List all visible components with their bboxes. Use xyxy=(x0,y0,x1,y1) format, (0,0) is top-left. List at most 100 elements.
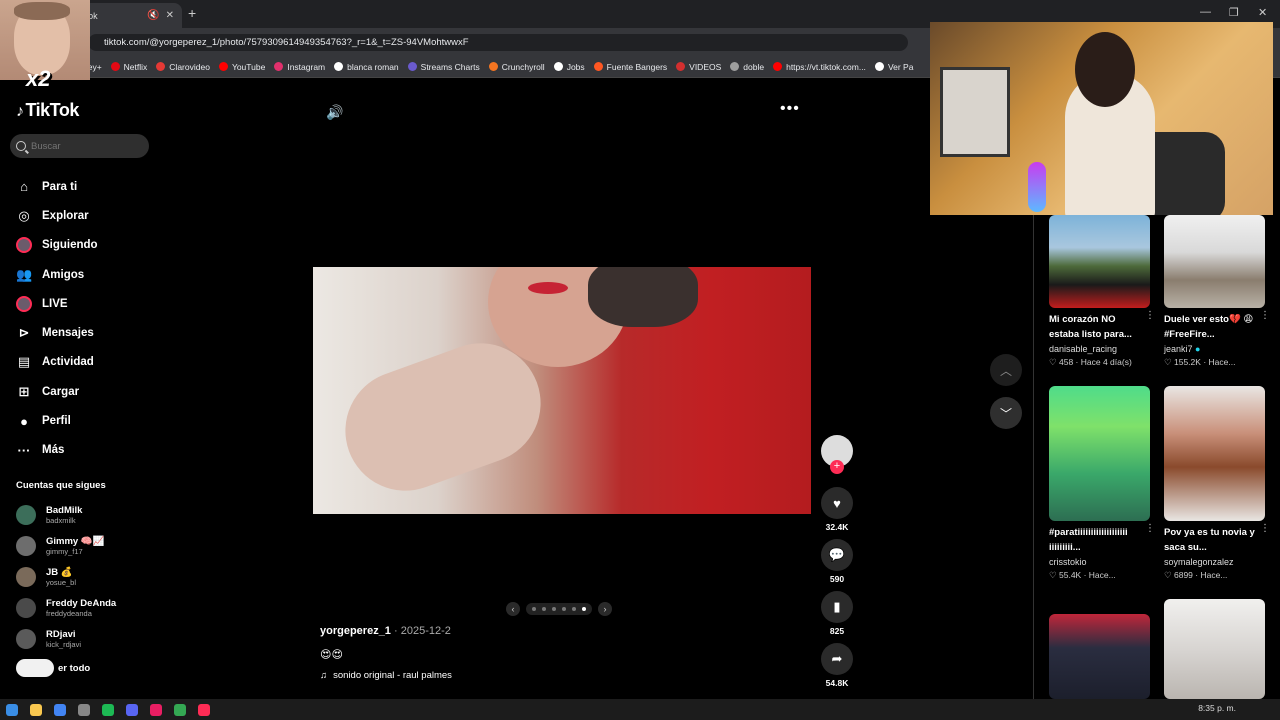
sidebar-item-siguiendo[interactable]: Siguiendo xyxy=(16,231,98,260)
sidebar-item-para-ti[interactable]: ⌂ Para ti xyxy=(16,172,98,201)
video-author[interactable]: soymalegonzalez xyxy=(1164,557,1265,567)
taskbar-app-icon[interactable] xyxy=(78,703,90,716)
bookmark-item[interactable]: YouTube xyxy=(218,62,265,72)
search-input[interactable] xyxy=(31,140,141,152)
bookmark-item[interactable]: Crunchyroll xyxy=(488,62,545,72)
restore-icon[interactable]: ❐ xyxy=(1229,6,1239,19)
taskbar-app-icon[interactable] xyxy=(150,703,162,716)
chevron-up-icon[interactable]: ︿ xyxy=(990,354,1022,386)
taskbar-app-icon[interactable] xyxy=(30,703,42,716)
minimize-icon[interactable]: — xyxy=(1200,6,1211,18)
bookmark-item[interactable]: Ver Pa xyxy=(874,62,913,72)
sidebar-item-cargar[interactable]: ⊞ Cargar xyxy=(16,377,98,406)
slide-dot[interactable] xyxy=(572,607,576,611)
sidebar-item-actividad[interactable]: ▤ Actividad xyxy=(16,348,98,377)
bookmark-item[interactable]: Streams Charts xyxy=(407,62,480,72)
bookmark-item[interactable]: https://vt.tiktok.com... xyxy=(773,62,866,72)
video-thumbnail[interactable] xyxy=(1164,215,1265,308)
verified-icon: ● xyxy=(1195,344,1201,354)
tiktok-logo[interactable]: ♪ TikTok xyxy=(16,100,79,121)
kebab-menu-icon[interactable]: ⋮ xyxy=(1145,523,1155,534)
post-photo[interactable] xyxy=(313,267,811,514)
bookmark-item[interactable]: doble xyxy=(730,62,764,72)
bookmark-item[interactable]: Netflix xyxy=(110,62,147,72)
post-music[interactable]: ♫ sonido original - raul palmes xyxy=(320,670,452,681)
video-card[interactable]: ⋮ Mi corazón NO estaba listo para... danis… xyxy=(1049,215,1155,368)
follow-plus-icon[interactable]: + xyxy=(830,460,844,474)
following-handle: yosue_bl xyxy=(46,577,77,587)
prev-slide-icon[interactable]: ‹ xyxy=(506,602,520,616)
taskbar-app-icon[interactable] xyxy=(198,703,210,716)
bookmark-item[interactable]: Instagram xyxy=(274,62,325,72)
kebab-menu-icon[interactable]: ⋮ xyxy=(1260,523,1270,534)
sidebar-item-live[interactable]: LIVE xyxy=(16,289,98,318)
kebab-menu-icon[interactable]: ⋮ xyxy=(1145,310,1155,321)
friends-icon: 👥 xyxy=(16,266,33,282)
post-separator: · xyxy=(390,625,401,637)
video-card[interactable] xyxy=(1049,614,1150,699)
close-window-icon[interactable]: ✕ xyxy=(1258,6,1267,19)
sidebar-item-mensajes[interactable]: ⊳ Mensajes xyxy=(16,318,98,347)
sidebar-item-amigos[interactable]: 👥 Amigos xyxy=(16,260,98,289)
slide-dot[interactable] xyxy=(532,607,536,611)
bookmark-item[interactable]: VIDEOS xyxy=(676,62,721,72)
url-field[interactable]: tiktok.com/@yorgeperez_1/photo/757930961… xyxy=(88,34,908,51)
heart-icon[interactable]: ♥ xyxy=(821,487,853,519)
sidebar-item-más[interactable]: ··· Más xyxy=(16,436,98,465)
sidebar-item-perfil[interactable]: ● Perfil xyxy=(16,406,98,435)
comment-icon[interactable]: 💬 xyxy=(821,539,853,571)
video-author[interactable]: crisstokio xyxy=(1049,557,1150,567)
video-thumbnail[interactable] xyxy=(1164,386,1265,521)
kebab-menu-icon[interactable]: ⋮ xyxy=(1260,310,1270,321)
close-tab-icon[interactable]: ✕ xyxy=(166,10,174,21)
taskbar-app-icon[interactable] xyxy=(54,703,66,716)
comment-action[interactable]: 💬 590 xyxy=(821,539,853,584)
bookmark-item[interactable]: Clarovideo xyxy=(156,62,210,72)
next-slide-icon[interactable]: › xyxy=(598,602,612,616)
bookmark-icon[interactable]: ▮ xyxy=(821,591,853,623)
like-action[interactable]: ♥ 32.4K xyxy=(821,487,853,532)
taskbar-app-icon[interactable] xyxy=(174,703,186,716)
slide-dots xyxy=(526,603,592,615)
sound-icon[interactable]: 🔊 xyxy=(326,104,343,121)
slide-dot[interactable] xyxy=(562,607,566,611)
video-card[interactable] xyxy=(1164,599,1265,699)
post-author[interactable]: yorgeperez_1 xyxy=(320,625,391,637)
following-title: Cuentas que sigues xyxy=(16,480,106,491)
author-avatar[interactable]: + xyxy=(821,435,853,474)
following-item[interactable]: BadMilk badxmilk xyxy=(16,499,116,530)
slide-dot[interactable] xyxy=(582,607,586,611)
bookmark-item[interactable]: Jobs xyxy=(553,62,585,72)
search-box[interactable] xyxy=(10,134,149,158)
slide-dot[interactable] xyxy=(552,607,556,611)
mute-tab-icon[interactable]: 🔇 xyxy=(147,10,159,21)
more-icon: ··· xyxy=(17,442,31,458)
taskbar-app-icon[interactable] xyxy=(102,703,114,716)
bookmark-item[interactable]: Fuente Bangers xyxy=(593,62,667,72)
video-card[interactable]: ⋮ Pov ya es tu novia y saca su... soymaleg… xyxy=(1164,386,1270,581)
share-action[interactable]: ➦ 54.8K xyxy=(821,643,853,688)
new-tab-button[interactable]: + xyxy=(188,5,196,21)
see-all-button[interactable]: er todo xyxy=(16,659,90,677)
video-card[interactable]: ⋮ Duele ver esto💔 😩 #FreeFire... jeanki7 ●… xyxy=(1164,215,1270,368)
sidebar-item-explorar[interactable]: ◎ Explorar xyxy=(16,201,98,230)
video-thumbnail[interactable] xyxy=(1164,599,1265,699)
video-thumbnail[interactable] xyxy=(1049,386,1150,521)
bookmark-item[interactable]: blanca roman xyxy=(334,62,399,72)
more-options-icon[interactable]: ••• xyxy=(780,100,800,118)
following-item[interactable]: Freddy DeAnda freddydeanda xyxy=(16,592,116,623)
save-action[interactable]: ▮ 825 xyxy=(821,591,853,636)
video-author[interactable]: jeanki7 ● xyxy=(1164,344,1265,354)
slide-dot[interactable] xyxy=(542,607,546,611)
following-item[interactable]: JB 💰 yosue_bl xyxy=(16,561,116,592)
video-author[interactable]: danisable_racing xyxy=(1049,344,1150,354)
taskbar-app-icon[interactable] xyxy=(126,703,138,716)
video-thumbnail[interactable] xyxy=(1049,215,1150,308)
share-icon[interactable]: ➦ xyxy=(821,643,853,675)
chevron-down-icon[interactable]: ﹀ xyxy=(990,397,1022,429)
taskbar-app-icon[interactable] xyxy=(6,703,18,716)
video-thumbnail[interactable] xyxy=(1049,614,1150,699)
following-item[interactable]: RDjavi kick_rdjavi xyxy=(16,623,116,654)
video-card[interactable]: ⋮ #paratiiiiiiiiiiiiiiiiiii iiiiiiiii... c… xyxy=(1049,386,1155,581)
following-item[interactable]: Gimmy 🧠📈 gimmy_f17 xyxy=(16,530,116,561)
